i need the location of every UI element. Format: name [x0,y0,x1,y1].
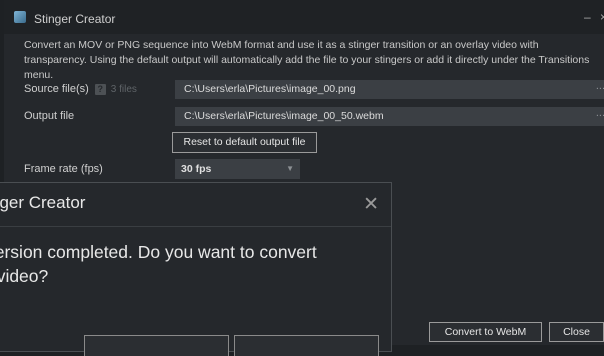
dialog-close-icon[interactable]: ✕ [363,193,379,216]
source-file-count: 3 files [110,84,137,95]
dialog-message-line-2: r video? [0,266,49,286]
window-title: Stinger Creator [34,12,116,26]
source-files-label: Source file(s) [24,83,89,95]
dialog-message-line-1: version completed. Do you want to conver… [0,242,317,262]
help-icon[interactable]: ? [94,83,106,95]
frame-rate-select[interactable]: 30 fps ▼ [175,159,300,179]
output-file-input[interactable]: C:\Users\erla\Pictures\image_00_50.webm … [175,107,604,126]
stinger-app-icon [14,11,26,23]
close-button[interactable]: Close [549,322,604,342]
convert-to-webm-button[interactable]: Convert to WebM [429,322,542,342]
dialog-message: version completed. Do you want to conver… [0,240,317,288]
dialog-divider [0,226,391,227]
source-file-input[interactable]: C:\Users\erla\Pictures\image_00.png ... [175,80,604,99]
window-close-button[interactable]: × [600,10,604,24]
output-file-value: C:\Users\erla\Pictures\image_00_50.webm [184,110,384,122]
source-file-value: C:\Users\erla\Pictures\image_00.png [184,83,356,95]
frame-rate-value: 30 fps [181,163,212,175]
title-bar: Stinger Creator – × [4,0,604,34]
source-files-row-label: Source file(s)? 3 files [24,83,137,95]
reset-output-button[interactable]: Reset to default output file [172,132,317,153]
frame-rate-label: Frame rate (fps) [24,163,103,175]
conversion-complete-dialog: nger Creator ✕ version completed. Do you… [0,182,392,356]
description-text: Convert an MOV or PNG sequence into WebM… [24,39,590,81]
caret-down-icon: ▼ [286,164,294,173]
output-browse-ellipsis-icon[interactable]: ... [596,104,604,123]
output-file-label: Output file [24,110,75,122]
dialog-title: nger Creator [0,193,86,212]
source-browse-ellipsis-icon[interactable]: ... [596,77,604,96]
minimize-button[interactable]: – [584,10,591,24]
dialog-no-button[interactable] [234,335,379,356]
dialog-yes-button[interactable] [84,335,229,356]
